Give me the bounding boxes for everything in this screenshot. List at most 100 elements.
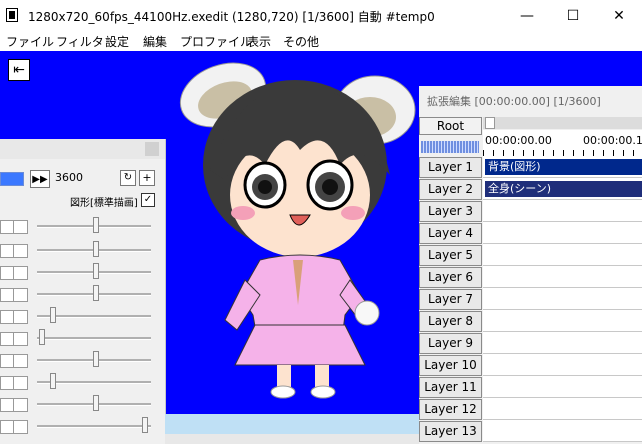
layer-track[interactable] [483,332,642,354]
audio-waveform-strip [421,141,479,153]
layer-button[interactable]: Layer 5 [419,245,482,266]
layer-track[interactable] [483,222,642,244]
status-strip [165,434,419,444]
parameter-stepper[interactable] [0,220,28,234]
parameter-stepper[interactable] [0,244,28,258]
checkmark-icon: ✓ [143,194,153,205]
parameter-slider-track[interactable] [37,337,151,340]
layer-track[interactable] [483,420,642,442]
parameter-row [0,215,160,237]
parameter-slider-thumb[interactable] [93,351,100,367]
parameter-row [0,327,160,349]
parameter-stepper[interactable] [0,288,28,302]
layer-track[interactable] [483,200,642,222]
layer-track[interactable] [483,398,642,420]
parameter-stepper[interactable] [0,376,28,390]
layer-button[interactable]: Layer 2 [419,179,482,200]
frame-position-bar[interactable] [0,172,24,186]
layer-button[interactable]: Layer 6 [419,267,482,288]
timeline-object[interactable]: 背景(図形) [485,159,642,175]
object-type-label: 図形[標準描画] [70,198,138,209]
parameter-stepper[interactable] [0,398,28,412]
maximize-button[interactable]: ☐ [550,0,596,31]
menu-profile[interactable]: プロファイル [180,33,252,50]
parameter-row [0,393,160,415]
window-title: 1280x720_60fps_44100Hz.exedit (1280,720)… [28,10,435,24]
parameter-slider-thumb[interactable] [93,241,100,257]
layer-track[interactable] [483,288,642,310]
menu-file[interactable]: ファイル [6,33,54,50]
layer-track[interactable] [483,244,642,266]
frame-total: 3600 [55,171,83,184]
timeline-scroll-thumb[interactable] [485,117,495,129]
go-to-end-button[interactable]: ▶▶ [30,170,50,188]
menu-edit[interactable]: 編集 [143,33,167,50]
layer-button[interactable]: Layer 4 [419,223,482,244]
layer-track[interactable] [483,354,642,376]
menu-view[interactable]: 表示 [247,33,271,50]
settings-titlebar [0,139,165,159]
loop-icon: ↻ [123,172,133,183]
title-bar: 1280x720_60fps_44100Hz.exedit (1280,720)… [0,0,642,31]
character-illustration [179,62,416,399]
parameter-stepper[interactable] [0,354,28,368]
go-to-start-button[interactable]: ⇤ [8,59,30,81]
parameter-slider-track[interactable] [37,425,151,428]
parameter-slider-thumb[interactable] [93,285,100,301]
layer-button[interactable]: Layer 8 [419,311,482,332]
settings-close-button[interactable] [145,142,159,156]
parameter-row [0,261,160,283]
minimize-icon: — [520,7,534,24]
layer-button[interactable]: Layer 3 [419,201,482,222]
parameter-slider-thumb[interactable] [93,217,100,233]
layer-button[interactable]: Layer 9 [419,333,482,354]
parameter-slider-thumb[interactable] [93,263,100,279]
menu-settings[interactable]: 設定 [105,33,129,50]
close-button[interactable]: ✕ [596,0,642,31]
parameter-row [0,283,160,305]
layer-button[interactable]: Layer 10 [419,355,482,376]
layer-button[interactable]: Layer 11 [419,377,482,398]
timeline-ruler[interactable]: 00:00:00.00 00:00:00.16 [483,130,642,156]
parameter-stepper[interactable] [0,310,28,324]
loop-button[interactable]: ↻ [120,170,136,186]
parameter-slider-thumb[interactable] [49,307,56,323]
timeline-object[interactable]: 全身(シーン) [485,181,642,197]
skip-back-icon: ⇤ [13,62,25,78]
maximize-icon: ☐ [566,7,580,24]
add-filter-button[interactable]: + [139,170,155,186]
playback-progress-bar[interactable] [165,414,419,434]
parameter-row [0,415,160,437]
parameter-slider-thumb[interactable] [39,329,46,345]
layer-button[interactable]: Layer 7 [419,289,482,310]
menu-filter[interactable]: フィルタ [56,33,104,50]
close-icon: ✕ [613,7,625,24]
object-enable-checkbox[interactable]: ✓ [141,193,155,207]
root-button[interactable]: Root [419,117,482,135]
layer-track[interactable] [483,376,642,398]
parameter-slider-thumb[interactable] [49,373,56,389]
plus-icon: + [142,171,152,184]
ruler-time-next: 00:00:00.16 [583,134,642,147]
timeline-scrollbar[interactable] [483,117,642,129]
parameter-slider-thumb[interactable] [93,395,100,411]
layer-track[interactable] [483,266,642,288]
parameter-row [0,349,160,371]
layer-button[interactable]: Layer 13 [419,421,482,442]
parameter-stepper[interactable] [0,420,28,434]
menu-other[interactable]: その他 [283,33,319,50]
timeline-title: 拡張編集 [00:00:00.00] [1/3600] [427,95,601,108]
parameter-stepper[interactable] [0,266,28,280]
layer-button[interactable]: Layer 1 [419,157,482,178]
parameter-row [0,371,160,393]
fast-forward-icon: ▶▶ [32,173,48,185]
parameter-row [0,239,160,261]
parameter-stepper[interactable] [0,332,28,346]
layer-track[interactable] [483,310,642,332]
minimize-button[interactable]: — [504,0,550,31]
object-settings-panel: ▶▶ 3600 ↻ + 図形[標準描画] ✓ [0,139,166,444]
parameter-slider-thumb[interactable] [141,417,148,433]
ruler-time-start: 00:00:00.00 [485,134,552,147]
layer-button[interactable]: Layer 12 [419,399,482,420]
app-icon[interactable] [6,8,18,22]
